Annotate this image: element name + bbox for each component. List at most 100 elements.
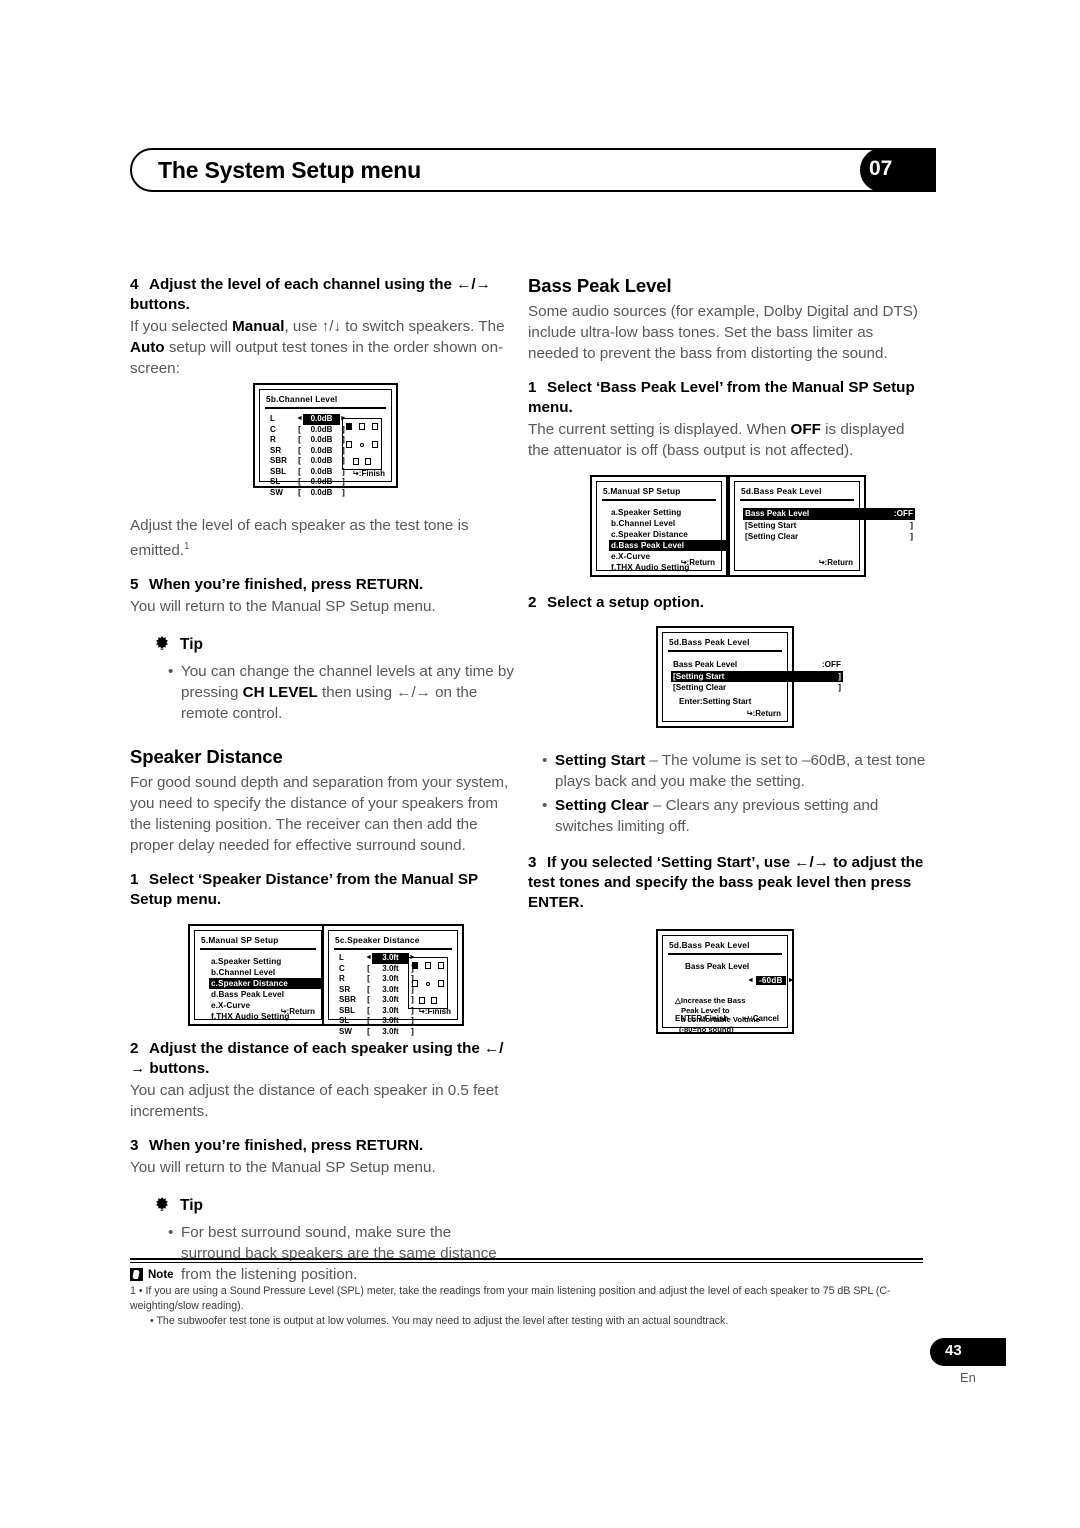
- osd-bass-peak-level-adjust: 5d.Bass Peak Level Bass Peak Level ◄ -60…: [656, 929, 795, 1034]
- channel-row[interactable]: C[0.0dB]: [270, 425, 347, 436]
- bass-peak-level-label: Bass Peak Level: [685, 962, 750, 971]
- step4-body-part3: setup will output test tones in the orde…: [130, 339, 504, 377]
- keyword-off: OFF: [790, 421, 821, 438]
- osd-pair-bass-peak: 5.Manual SP Setup a.Speaker Setting b.Ch…: [528, 475, 926, 593]
- distance-value: 3.0ft: [382, 963, 399, 973]
- option-setting-clear[interactable]: [Setting Clear]: [743, 531, 915, 543]
- option-setting-clear[interactable]: [Setting Clear]: [671, 682, 843, 694]
- channel-value: 0.0dB: [310, 477, 333, 486]
- distance-row[interactable]: SL [3.0ft]: [339, 1016, 416, 1027]
- osd-inner-frame: 5.Manual SP Setup a.Speaker Setting b.Ch…: [596, 481, 761, 572]
- keyword-ch-level: CH LEVEL: [242, 684, 318, 702]
- speaker-icon-front-right: [372, 423, 378, 430]
- osd-divider: [668, 953, 782, 955]
- step-5-body: You will return to the Manual SP Setup m…: [130, 598, 436, 616]
- channel-name: SBL: [270, 466, 286, 476]
- distance-value: 3.0ft: [382, 1005, 399, 1015]
- bracket-right: ]: [342, 487, 345, 497]
- return-arrow-icon: ↵: [679, 558, 687, 567]
- option-setting-start[interactable]: [Setting Start]: [743, 520, 915, 532]
- option-label: [Setting Clear: [673, 683, 727, 692]
- bracket-right: ]: [411, 1026, 414, 1036]
- distance-row[interactable]: L ◄ 3.0ft ►: [339, 953, 416, 964]
- osd-inner-frame: 5d.Bass Peak Level Bass Peak Level ◄ -60…: [662, 935, 795, 1034]
- option-value: ]: [838, 683, 841, 692]
- bracket-right: ]: [411, 1016, 414, 1026]
- option-label: Bass Peak Level: [673, 660, 738, 669]
- distance-value: 3.0ft: [382, 995, 399, 1005]
- enter-finish-label: ENTER:Finish: [675, 1014, 729, 1023]
- bracket-left: [: [367, 963, 370, 973]
- bracket-left: [: [298, 424, 301, 434]
- distance-value: 3.0ft: [382, 1026, 399, 1036]
- tip-header: Tip: [130, 1196, 515, 1216]
- right-column: Bass Peak Level Some audio sources (for …: [528, 275, 926, 1049]
- sd-step-3-title: When you’re finished, press RETURN.: [149, 1137, 424, 1155]
- osd-footer-hint: ↵:Return: [746, 709, 781, 718]
- osd-title: 5d.Bass Peak Level: [741, 486, 822, 496]
- tip-title: Tip: [180, 636, 203, 654]
- page-number-tab: 43: [930, 1338, 1006, 1366]
- distance-row[interactable]: C[3.0ft]: [339, 964, 416, 975]
- step-5-number: 5: [130, 576, 139, 594]
- bracket-left: [: [367, 1005, 370, 1015]
- channel-row[interactable]: SL [0.0dB]: [270, 477, 347, 488]
- speaker-icon-sb-left: [419, 997, 425, 1005]
- channel-row[interactable]: SBL[0.0dB]: [270, 467, 347, 478]
- osd-wrap-bass-peak-c: 5d.Bass Peak Level Bass Peak Level ◄ -60…: [528, 929, 926, 1049]
- note-body: 1 • If you are using a Sound Pressure Le…: [130, 1284, 923, 1329]
- channel-row[interactable]: SW [0.0dB]: [270, 488, 347, 499]
- keyword-auto: Auto: [130, 339, 165, 356]
- osd-manual-sp-setup-a: 5.Manual SP Setup a.Speaker Setting b.Ch…: [188, 924, 361, 1027]
- right-arrow-icon[interactable]: ►: [788, 977, 795, 984]
- channel-name: C: [339, 963, 345, 973]
- closing-text: Adjust the level of each speaker as the …: [130, 517, 469, 560]
- bass-peak-level-stepper[interactable]: ◄ -60dB ►: [747, 976, 795, 985]
- channel-row[interactable]: L ◄ 0.0dB ►: [270, 414, 347, 425]
- channel-name: SBR: [339, 995, 356, 1005]
- speaker-icon-center: [359, 423, 365, 430]
- channel-row[interactable]: SBR[0.0dB]: [270, 456, 347, 467]
- distance-row[interactable]: SR[3.0ft]: [339, 985, 416, 996]
- return-arrow-icon: ↵: [817, 558, 825, 567]
- listening-position-icon: [360, 443, 364, 447]
- list-item-setting-start: Setting Start – The volume is set to –60…: [542, 750, 926, 792]
- distance-value: 3.0ft: [382, 974, 399, 984]
- sd-step-3-heading: 3 When you’re finished, press RETURN.: [130, 1136, 515, 1156]
- channel-row[interactable]: SR[0.0dB]: [270, 446, 347, 457]
- channel-level-list: L ◄ 0.0dB ► C[0.0dB] R[0.0dB] SR[0.0dB] SBR…: [270, 414, 347, 498]
- speaker-icon-sb-left: [353, 458, 359, 465]
- distance-row[interactable]: SBL[3.0ft]: [339, 1006, 416, 1017]
- sd-step-2-number: 2: [130, 1040, 139, 1058]
- osd-footer-actions: ENTER:Finish ↵:Cancel: [675, 1014, 779, 1023]
- osd-body: Bass Peak Level ◄ -60dB ► △Increase the …: [663, 956, 795, 1034]
- distance-row[interactable]: SW [3.0ft]: [339, 1027, 416, 1038]
- bpl-step-3-heading: 3 If you selected ‘Setting Start’, use ←/…: [528, 853, 926, 913]
- osd-divider: [334, 948, 452, 951]
- option-bass-peak-level[interactable]: Bass Peak Level:OFF: [671, 659, 843, 671]
- option-bass-peak-level[interactable]: Bass Peak Level:OFF: [743, 508, 915, 520]
- chapter-number-tab: 07: [860, 148, 936, 192]
- distance-row[interactable]: SBR[3.0ft]: [339, 995, 416, 1006]
- speaker-distance-list: L◄3.0ft► C [3.0ft] R[3.0ft] SR[3.0ft] SBR…: [339, 953, 416, 1037]
- sd-step-3-number: 3: [130, 1137, 139, 1155]
- speaker-icon-center: [425, 962, 431, 970]
- bracket-left: [: [367, 984, 370, 994]
- channel-name: R: [270, 435, 276, 444]
- tip-block-1: Tip You can change the channel levels at…: [130, 635, 515, 724]
- osd-title: 5.Manual SP Setup: [603, 486, 681, 496]
- osd-title: 5d.Bass Peak Level: [669, 637, 750, 647]
- left-arrow-icon[interactable]: ◄: [747, 977, 754, 984]
- option-setting-start[interactable]: [Setting Start]: [671, 670, 843, 682]
- channel-value: 0.0dB: [303, 414, 340, 425]
- distance-row[interactable]: R[3.0ft]: [339, 974, 416, 985]
- bpl-step-1-number: 1: [528, 379, 537, 396]
- page-language: En: [960, 1370, 976, 1385]
- bracket-left: [: [367, 974, 370, 984]
- osd-title: 5b.Channel Level: [266, 394, 338, 404]
- osd-footer-hint: ↵:Return: [280, 1007, 315, 1016]
- bass-peak-options: Bass Peak Level:OFF [Setting Start] [Set…: [671, 659, 843, 694]
- channel-value: 0.0dB: [310, 445, 333, 455]
- channel-row[interactable]: R[0.0dB]: [270, 435, 347, 446]
- osd-footer-label: :Finish: [358, 469, 385, 478]
